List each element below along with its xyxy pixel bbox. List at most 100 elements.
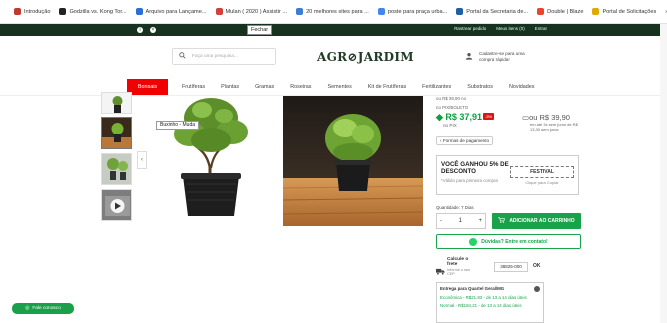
gallery-thumb-3[interactable] bbox=[101, 153, 132, 185]
thumb-hover-tooltip: Buxinho - Muda bbox=[156, 121, 200, 130]
quantity-label: Quantidade: 7 Dias bbox=[436, 205, 474, 210]
bookmark-label: Introdução bbox=[24, 8, 51, 15]
coupon-subtitle: *Válido para primeira compra bbox=[441, 178, 498, 183]
delivery-title: Entrega para Quartel Geral/MG bbox=[440, 286, 505, 291]
coupon-copy-label[interactable]: Clique para Copiar bbox=[510, 180, 574, 185]
bookmark-favicon-icon bbox=[59, 8, 67, 15]
cash-label: no PIX/BOLETO bbox=[436, 105, 469, 110]
bookmark-label: Portal da Secretaria de... bbox=[466, 8, 529, 15]
delivery-header: Entrega para Quartel Geral/MG bbox=[440, 286, 540, 292]
close-tooltip: Fechar bbox=[247, 25, 273, 35]
account-link[interactable]: Cadastre-se para uma compra rápida! bbox=[465, 51, 535, 63]
bookmark-item[interactable]: poste para praça urba... bbox=[377, 8, 448, 15]
delivery-options: Entrega para Quartel Geral/MG Econômica … bbox=[436, 282, 544, 323]
gallery-thumb-video[interactable] bbox=[101, 189, 132, 221]
bookmark-favicon-icon bbox=[377, 8, 385, 15]
coupon-box: VOCÊ GANHOU 5% DE DESCONTO *Válido para … bbox=[436, 155, 579, 195]
quantity-stepper: - 1 + bbox=[436, 213, 486, 229]
main-nav: Bonsais Frutíferas Plantas Gramas Roseiras Se… bbox=[127, 79, 542, 95]
add-to-cart-label: ADICIONAR AO CARRINHO bbox=[509, 218, 575, 224]
top-link-login[interactable]: Entrar bbox=[535, 26, 547, 31]
bookmarks-bar: Introdução Godzilla vs. Kong Tor... Arquiv… bbox=[0, 0, 667, 24]
cep-ok-button[interactable]: OK bbox=[533, 263, 541, 269]
coupon-code[interactable]: FESTIVAL bbox=[510, 166, 574, 178]
nav-item-bonsais[interactable]: Bonsais bbox=[127, 79, 168, 95]
bookmark-item[interactable]: Portal de Solicitações bbox=[592, 8, 656, 15]
bookmark-favicon-icon bbox=[135, 8, 143, 15]
payment-link-label: Formas de pagamento bbox=[442, 138, 490, 143]
page-scrollbar[interactable] bbox=[660, 24, 667, 323]
gallery-thumb-2[interactable] bbox=[101, 117, 132, 149]
nav-item-plantas[interactable]: Plantas bbox=[213, 79, 247, 95]
coupon-title: VOCÊ GANHOU 5% DE DESCONTO bbox=[441, 161, 509, 175]
cep-input[interactable]: 38825-000 bbox=[494, 262, 528, 272]
bookmark-favicon-icon bbox=[592, 8, 600, 15]
nav-item-gramas[interactable]: Gramas bbox=[247, 79, 282, 95]
top-link-my-items[interactable]: Meus itens (0) bbox=[496, 26, 525, 31]
bookmark-item[interactable]: Mulan ( 2020 ) Assistir ... bbox=[215, 8, 288, 15]
bookmark-label: Double | Blaze bbox=[547, 8, 584, 15]
old-price-value: ou R$ 39,90 bbox=[529, 113, 570, 122]
site-logo[interactable]: AGR⊘JARDIM bbox=[317, 50, 414, 64]
whatsapp-float-button[interactable]: ◎ Fale conosco bbox=[12, 303, 74, 314]
installments-text: em até 3x sem juros de R$ 13,30 sem juro… bbox=[530, 122, 578, 132]
bookmark-item[interactable]: Arquivo para Lançame... bbox=[135, 8, 207, 15]
nav-item-frut-feras[interactable]: Frutíferas bbox=[174, 79, 213, 95]
add-to-cart-button[interactable]: ADICIONAR AO CARRINHO bbox=[492, 213, 581, 229]
info-icon[interactable]: i bbox=[137, 27, 143, 33]
truck-icon bbox=[436, 262, 445, 280]
nav-item-kit-de-frut-feras[interactable]: Kit de Frutíferas bbox=[360, 79, 414, 95]
price-top-note: ou R$ 39,90 no bbox=[436, 96, 467, 101]
bookmark-favicon-icon bbox=[14, 8, 21, 15]
qty-minus-button[interactable]: - bbox=[440, 218, 442, 224]
nav-item-fertilizantes[interactable]: Fertilizantes bbox=[414, 79, 459, 95]
whatsapp-contact-label: Dúvidas? Entre em contato! bbox=[481, 238, 548, 245]
discount-badge: -5% bbox=[483, 113, 495, 120]
nav-item-substratos[interactable]: Substratos bbox=[459, 79, 501, 95]
product-image-main[interactable] bbox=[152, 96, 270, 226]
delivery-option-normal[interactable]: Normal - R$184,21 - de 13 a 14 dias útei… bbox=[440, 303, 540, 309]
top-links: Rastrear pedido Meus itens (0) Entrar bbox=[454, 26, 547, 31]
bookmark-item[interactable]: Portal da Secretaria de... bbox=[456, 8, 528, 15]
gallery-thumb-1[interactable] bbox=[101, 92, 132, 114]
shipping-title: Calcule o frete bbox=[447, 257, 469, 267]
nav-item-roseiras[interactable]: Roseiras bbox=[282, 79, 319, 95]
bookmark-item[interactable]: Introdução bbox=[14, 8, 50, 15]
bookmark-item[interactable]: 20 melhores sites para ... bbox=[296, 8, 369, 15]
nav-item-novidades[interactable]: Novidades bbox=[501, 79, 542, 95]
top-link-track-order[interactable]: Rastrear pedido bbox=[454, 26, 486, 31]
account-text: Cadastre-se para uma compra rápida! bbox=[479, 51, 525, 62]
search-input[interactable]: Faça uma pesquisa... bbox=[172, 48, 276, 65]
bookmark-item[interactable]: Double | Blaze bbox=[537, 8, 583, 15]
gallery-prev-arrow[interactable]: ‹ bbox=[137, 151, 147, 169]
bookmark-label: Godzilla vs. Kong Tor... bbox=[69, 8, 127, 15]
shipping-subtitle: Informe o seu CEP bbox=[447, 268, 471, 276]
cart-icon bbox=[498, 217, 506, 225]
whatsapp-float-label: Fale conosco bbox=[32, 306, 61, 311]
bookmark-favicon-icon bbox=[456, 8, 464, 15]
bookmark-label: 20 melhores sites para ... bbox=[306, 8, 369, 15]
nav-item-sementes[interactable]: Sementes bbox=[320, 79, 360, 95]
bookmark-favicon-icon bbox=[215, 8, 223, 15]
bookmark-label: poste para praça urba... bbox=[387, 8, 448, 15]
bookmark-label: Portal de Solicitações bbox=[602, 8, 657, 15]
search-placeholder: Faça uma pesquisa... bbox=[192, 54, 238, 59]
search-icon bbox=[179, 52, 186, 61]
product-price: ◆ R$ 37,91 bbox=[436, 112, 482, 122]
qty-plus-button[interactable]: + bbox=[478, 218, 482, 224]
product-image-secondary[interactable] bbox=[282, 96, 424, 226]
close-icon[interactable]: × bbox=[150, 27, 156, 33]
payment-methods-link[interactable]: ‹ Formas de pagamento bbox=[436, 136, 494, 145]
bookmark-item[interactable]: Godzilla vs. Kong Tor... bbox=[59, 8, 127, 15]
whatsapp-contact-button[interactable]: Dúvidas? Entre em contato! bbox=[436, 234, 581, 249]
close-delivery-icon[interactable] bbox=[534, 286, 540, 292]
old-price: ▭ou R$ 39,90 bbox=[522, 113, 570, 122]
bookmark-favicon-icon bbox=[296, 8, 304, 15]
delivery-option-economica[interactable]: Econômica - R$21,83 - de 13 a 14 dias út… bbox=[440, 295, 540, 301]
bookmark-label: Mulan ( 2020 ) Assistir ... bbox=[225, 8, 288, 15]
price-note: no PIX bbox=[443, 123, 457, 128]
bookmark-favicon-icon bbox=[537, 8, 545, 15]
top-strip: i × Fechar Rastrear pedido Meus itens (0… bbox=[0, 24, 667, 36]
qty-value[interactable]: 1 bbox=[459, 218, 462, 224]
whatsapp-float-icon: ◎ bbox=[25, 306, 30, 311]
